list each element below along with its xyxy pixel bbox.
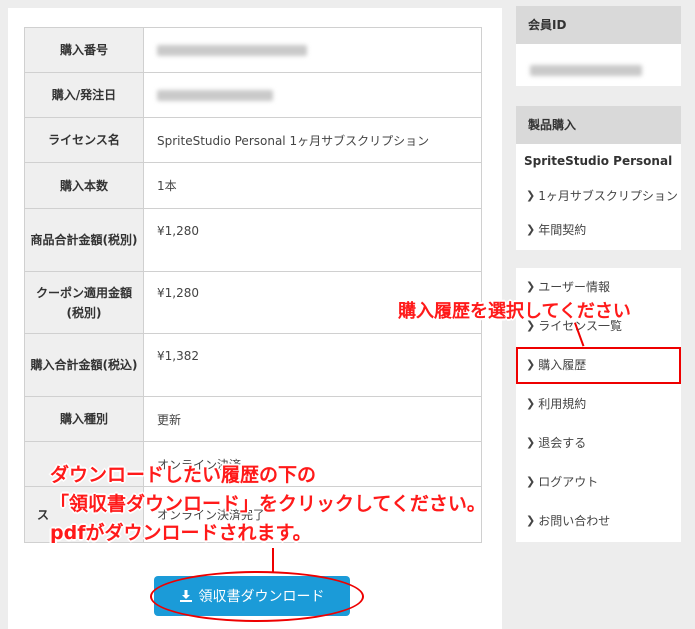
chevron-right-icon: ❯ — [526, 189, 536, 202]
chevron-right-icon: ❯ — [526, 223, 536, 236]
table-row: 商品合計金額(税別) ¥1,280 — [24, 208, 482, 272]
purchase-history-highlight — [516, 347, 681, 384]
menu-item-user-info[interactable]: ❯ ユーザー情報 — [526, 278, 610, 295]
product-name: SpriteStudio Personal — [524, 154, 673, 168]
chevron-right-icon: ❯ — [526, 280, 536, 293]
menu-item-contact[interactable]: ❯ お問い合わせ — [526, 512, 610, 529]
redacted-value — [157, 90, 273, 101]
row-label: 購入合計金額(税込) — [24, 333, 144, 397]
member-id-box: 会員ID — [516, 6, 681, 86]
menu-item-label: 退会する — [538, 436, 587, 450]
product-item-label: 年間契約 — [538, 223, 587, 237]
menu-item-terms[interactable]: ❯ 利用規約 — [526, 395, 586, 412]
chevron-right-icon: ❯ — [526, 475, 536, 488]
chevron-right-icon: ❯ — [526, 514, 536, 527]
chevron-right-icon: ❯ — [526, 436, 536, 449]
table-row: 購入合計金額(税込) ¥1,382 — [24, 333, 482, 397]
row-label: 購入/発注日 — [24, 72, 144, 118]
member-id-value — [516, 44, 681, 79]
download-instruction-annotation: ダウンロードしたい履歴の下の 「領収書ダウンロード」をクリックしてください。 p… — [50, 464, 486, 544]
table-row: 購入種別 更新 — [24, 396, 482, 442]
row-value: 1本 — [143, 162, 482, 209]
menu-item-withdraw[interactable]: ❯ 退会する — [526, 434, 586, 451]
row-label: ライセンス名 — [24, 117, 144, 163]
table-row: ライセンス名 SpriteStudio Personal 1ヶ月サブスクリプショ… — [24, 117, 482, 163]
product-item-annual[interactable]: ❯ 年間契約 — [526, 221, 586, 238]
table-row: 購入本数 1本 — [24, 162, 482, 209]
product-purchase-title: 製品購入 — [516, 106, 681, 144]
product-item-monthly[interactable]: ❯ 1ヶ月サブスクリプション — [526, 187, 678, 204]
redacted-value — [157, 45, 307, 56]
row-label: 購入番号 — [24, 27, 144, 73]
row-label: 商品合計金額(税別) — [24, 208, 144, 272]
row-value: SpriteStudio Personal 1ヶ月サブスクリプション — [143, 117, 482, 163]
row-label: 購入本数 — [24, 162, 144, 209]
download-highlight-ellipse — [150, 571, 364, 622]
menu-item-label: 利用規約 — [538, 397, 587, 411]
redacted-value — [530, 65, 642, 76]
menu-item-label: お問い合わせ — [538, 514, 611, 528]
product-purchase-box: 製品購入 SpriteStudio Personal ❯ 1ヶ月サブスクリプショ… — [516, 106, 681, 250]
member-id-title: 会員ID — [516, 6, 681, 44]
download-callout-line — [272, 548, 274, 572]
row-value: ¥1,280 — [143, 208, 482, 272]
row-value: 更新 — [143, 396, 482, 442]
purchase-number-value — [143, 27, 482, 73]
purchase-history-annotation: 購入履歴を選択してください — [398, 301, 631, 322]
product-item-label: 1ヶ月サブスクリプション — [538, 189, 678, 203]
row-label: クーポン適用金額(税別) — [24, 271, 144, 334]
row-label: 購入種別 — [24, 396, 144, 442]
row-value: ¥1,382 — [143, 333, 482, 397]
menu-item-label: ユーザー情報 — [538, 280, 610, 294]
order-date-value — [143, 72, 482, 118]
menu-item-label: ログアウト — [538, 475, 599, 489]
table-row: 購入/発注日 — [24, 72, 482, 118]
table-row: 購入番号 — [24, 27, 482, 73]
chevron-right-icon: ❯ — [526, 397, 536, 410]
menu-item-logout[interactable]: ❯ ログアウト — [526, 473, 598, 490]
